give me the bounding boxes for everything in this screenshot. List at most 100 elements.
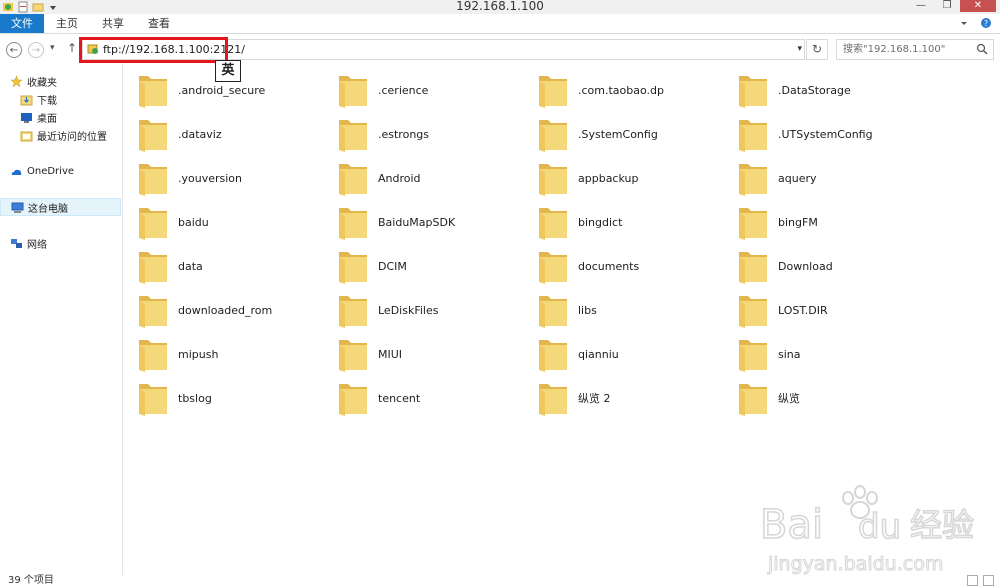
folder-item[interactable]: .com.taobao.dp [524, 68, 714, 112]
folder-item[interactable]: sina [724, 332, 914, 376]
folder-name: 纵览 [778, 392, 800, 405]
folder-name: .android_secure [178, 83, 266, 97]
tab-share[interactable]: 共享 [90, 14, 136, 33]
folder-name: .dataviz [178, 127, 222, 141]
folder-item[interactable]: bingFM [724, 200, 914, 244]
folder-item[interactable]: baidu [124, 200, 314, 244]
folder-item[interactable]: .estrongs [324, 112, 514, 156]
desktop-icon [21, 112, 32, 123]
folder-item[interactable]: .SystemConfig [524, 112, 714, 156]
folder-item[interactable]: bingdict [524, 200, 714, 244]
folder-icon [539, 208, 567, 240]
window-title: 192.168.1.100 [456, 0, 544, 13]
folder-icon [739, 296, 767, 328]
folder-item[interactable]: .UTSystemConfig [724, 112, 914, 156]
folder-item[interactable]: qianniu [524, 332, 714, 376]
folder-name: DCIM [378, 259, 407, 273]
folder-item[interactable]: appbackup [524, 156, 714, 200]
onedrive-icon [11, 169, 22, 175]
folder-item[interactable]: Android [324, 156, 514, 200]
folder-item[interactable]: mipush [124, 332, 314, 376]
folder-item[interactable]: tbslog [124, 376, 314, 420]
computer-icon [11, 202, 24, 213]
sidebar-item-this-pc[interactable]: 这台电脑 [0, 198, 121, 216]
expand-ribbon-icon[interactable] [958, 17, 970, 29]
tab-view[interactable]: 查看 [136, 14, 182, 33]
folder-item[interactable]: .DataStorage [724, 68, 914, 112]
sidebar-item-onedrive[interactable]: OneDrive [10, 162, 131, 180]
folder-item[interactable]: 纵览 [724, 376, 914, 420]
folder-name: LeDiskFiles [378, 303, 439, 317]
folder-name: .SystemConfig [578, 127, 658, 141]
folder-item[interactable]: .cerience [324, 68, 514, 112]
address-highlight-box [79, 37, 228, 63]
folder-name: documents [578, 259, 640, 273]
folder-name: baidu [178, 215, 209, 229]
folder-name: bingFM [778, 215, 818, 229]
folder-item[interactable]: .dataviz [124, 112, 314, 156]
folder-icon [739, 384, 767, 416]
folder-name: BaiduMapSDK [378, 215, 456, 229]
recent-places-icon [20, 131, 33, 141]
sidebar-item-label: OneDrive [27, 165, 75, 177]
search-placeholder[interactable]: 搜索"192.168.1.100" [843, 40, 945, 59]
folder-item[interactable]: DCIM [324, 244, 514, 288]
folder-icon [139, 76, 167, 108]
folder-name: tencent [378, 391, 421, 405]
tab-file[interactable]: 文件 [0, 14, 44, 33]
forward-button[interactable]: → [28, 42, 44, 58]
sidebar-item-desktop[interactable]: 桌面 [20, 108, 141, 126]
folder-item[interactable]: MIUI [324, 332, 514, 376]
watermark-suffix: 经验 [910, 506, 974, 544]
search-icon[interactable] [976, 43, 988, 55]
folder-item[interactable]: LOST.DIR [724, 288, 914, 332]
folder-icon [339, 164, 367, 196]
folder-icon [339, 208, 367, 240]
folder-name: downloaded_rom [178, 303, 273, 317]
folder-icon [139, 164, 167, 196]
item-count: 39 个项目 [8, 575, 54, 586]
folder-name: sina [778, 347, 801, 361]
refresh-button[interactable]: ↻ [806, 39, 828, 60]
tab-home[interactable]: 主页 [44, 14, 90, 33]
folder-item[interactable]: tencent [324, 376, 514, 420]
folder-item[interactable]: downloaded_rom [124, 288, 314, 332]
folder-item[interactable]: data [124, 244, 314, 288]
folder-icon [739, 76, 767, 108]
folder-icon [539, 340, 567, 372]
folder-name: libs [578, 303, 597, 317]
folder-name: .estrongs [378, 127, 430, 141]
folder-item[interactable]: Download [724, 244, 914, 288]
star-icon [10, 74, 23, 87]
network-icon [11, 238, 22, 248]
search-box[interactable]: 搜索"192.168.1.100" [836, 39, 994, 60]
address-dropdown-icon[interactable]: ▾ [797, 40, 802, 59]
recent-locations-chevron-icon[interactable]: ▾ [50, 43, 55, 53]
help-icon[interactable]: ? [980, 17, 992, 29]
sidebar-item-network[interactable]: 网络 [10, 234, 131, 252]
sidebar-item-recent-places[interactable]: 最近访问的位置 [20, 126, 141, 144]
folder-icon [739, 120, 767, 152]
sidebar-item-favorites[interactable]: 收藏夹 [10, 72, 131, 90]
folder-item[interactable]: 纵览 2 [524, 376, 714, 420]
folder-item[interactable]: .android_secure [124, 68, 314, 112]
folder-icon [339, 76, 367, 108]
folder-item[interactable]: .youversion [124, 156, 314, 200]
folder-name: .com.taobao.dp [578, 83, 664, 97]
folder-item[interactable]: BaiduMapSDK [324, 200, 514, 244]
folder-icon [539, 296, 567, 328]
folder-item[interactable]: documents [524, 244, 714, 288]
maximize-button[interactable]: ❐ [934, 0, 960, 12]
minimize-button[interactable]: — [908, 0, 934, 12]
up-arrow-icon[interactable]: ↑ [67, 41, 77, 55]
folder-icon [539, 76, 567, 108]
folder-item[interactable]: LeDiskFiles [324, 288, 514, 332]
title-bar: 192.168.1.100 — ❐ ✕ [0, 0, 1000, 14]
folder-icon [539, 252, 567, 284]
close-button[interactable]: ✕ [960, 0, 996, 12]
folder-item[interactable]: libs [524, 288, 714, 332]
sidebar-item-downloads[interactable]: 下载 [20, 90, 141, 108]
folder-name: aquery [778, 171, 817, 185]
folder-item[interactable]: aquery [724, 156, 914, 200]
back-button[interactable]: ← [6, 42, 22, 58]
